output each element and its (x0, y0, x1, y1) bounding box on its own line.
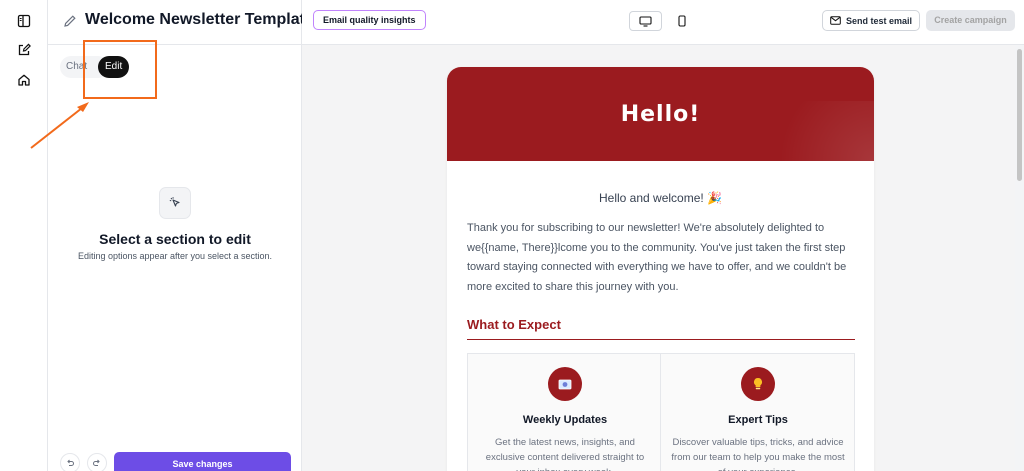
mode-edit-tab[interactable]: Edit (98, 56, 130, 78)
mobile-preview-icon[interactable] (672, 11, 692, 31)
feature-card-title: Weekly Updates (522, 414, 608, 426)
feature-card-text: Discover valuable tips, tricks, and advi… (671, 437, 845, 471)
email-greeting[interactable]: Hello and welcome! 🎉 (447, 191, 874, 205)
save-changes-button[interactable]: Save changes (114, 452, 291, 471)
cursor-click-icon (159, 187, 191, 219)
panel-icon[interactable] (14, 11, 34, 31)
mode-toggle: Chat Edit (60, 56, 130, 78)
feature-card[interactable]: Weekly Updates Get the latest news, insi… (468, 354, 661, 471)
empty-state-title: Select a section to edit (99, 231, 251, 247)
top-toolbar: Email quality insights Send test email C… (302, 0, 1024, 45)
home-icon[interactable] (14, 70, 34, 90)
desktop-preview-icon[interactable] (629, 11, 662, 31)
section-heading[interactable]: What to Expect (467, 317, 561, 332)
undo-icon[interactable] (60, 453, 80, 471)
template-title[interactable]: Welcome Newsletter Template (85, 11, 314, 29)
panel-header: Welcome Newsletter Template (48, 0, 314, 45)
preview-scrollbar[interactable] (1015, 45, 1024, 471)
email-hero-section[interactable]: Hello! (447, 67, 874, 161)
mail-icon (830, 16, 841, 25)
feature-card-text: Get the latest news, insights, and exclu… (485, 437, 645, 471)
feature-cards[interactable]: Weekly Updates Get the latest news, insi… (467, 353, 855, 471)
email-preview[interactable]: Hello! Hello and welcome! 🎉 Thank you fo… (447, 67, 874, 471)
feature-card-title: Expert Tips (728, 414, 788, 426)
envelope-icon (548, 367, 582, 401)
email-quality-insights-button[interactable]: Email quality insights (313, 10, 426, 30)
edit-document-icon[interactable] (14, 40, 34, 60)
icon-rail (0, 0, 48, 471)
hero-title: Hello! (620, 101, 701, 127)
create-campaign-button[interactable]: Create campaign (926, 10, 1015, 31)
email-preview-canvas[interactable]: Hello! Hello and welcome! 🎉 Thank you fo… (302, 45, 1015, 471)
feature-card[interactable]: Expert Tips Discover valuable tips, tric… (661, 354, 854, 471)
pencil-icon[interactable] (62, 13, 78, 29)
section-divider (467, 339, 855, 340)
lightbulb-icon (741, 367, 775, 401)
send-test-label: Send test email (845, 15, 913, 26)
send-test-email-button[interactable]: Send test email (822, 10, 920, 31)
redo-icon[interactable] (87, 453, 107, 471)
empty-state-subtitle: Editing options appear after you select … (77, 251, 273, 261)
scrollbar-thumb[interactable] (1017, 49, 1022, 181)
editor-panel: Welcome Newsletter Template Chat Edit Se… (48, 0, 314, 471)
email-intro-text[interactable]: Thank you for subscribing to our newslet… (467, 219, 857, 297)
